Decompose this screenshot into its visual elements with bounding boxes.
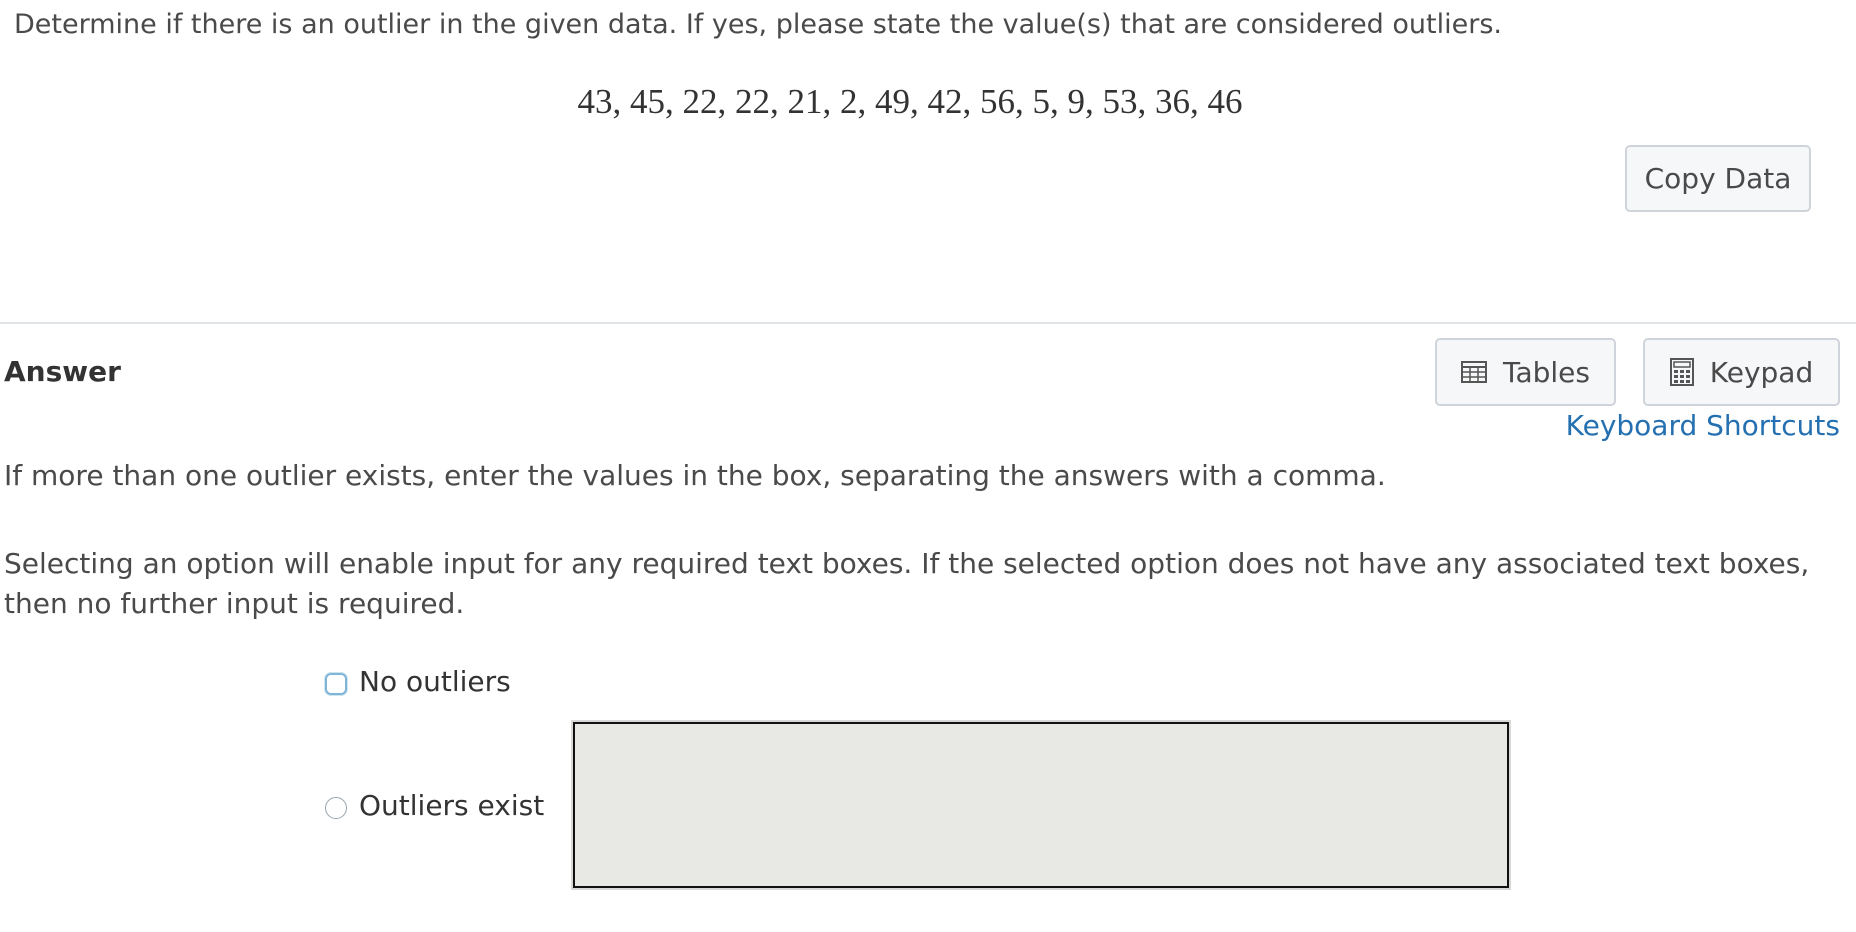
instruction-select-option: Selecting an option will enable input fo… bbox=[4, 547, 1810, 620]
data-values: 43, 45, 22, 22, 21, 2, 49, 42, 56, 5, 9,… bbox=[577, 82, 1243, 121]
keyboard-shortcuts-link[interactable]: Keyboard Shortcuts bbox=[1566, 410, 1840, 442]
section-divider bbox=[0, 322, 1856, 324]
tables-button[interactable]: Tables bbox=[1435, 338, 1616, 406]
table-grid-icon bbox=[1461, 361, 1487, 383]
copy-data-button[interactable]: Copy Data bbox=[1625, 145, 1811, 212]
question-page: Determine if there is an outlier in the … bbox=[0, 0, 1856, 932]
question-prompt: Determine if there is an outlier in the … bbox=[14, 9, 1502, 40]
outliers-exist-radio[interactable] bbox=[325, 797, 347, 819]
no-outliers-label: No outliers bbox=[359, 665, 511, 698]
outliers-input[interactable] bbox=[573, 722, 1509, 888]
answer-heading: Answer bbox=[4, 355, 121, 388]
calculator-icon bbox=[1669, 358, 1694, 386]
tables-label: Tables bbox=[1503, 355, 1590, 389]
outliers-exist-label: Outliers exist bbox=[359, 789, 545, 822]
option-no-outliers[interactable]: No outliers bbox=[325, 664, 511, 700]
copy-data-label: Copy Data bbox=[1644, 162, 1792, 195]
option-outliers-exist[interactable]: Outliers exist bbox=[325, 786, 544, 826]
no-outliers-radio[interactable] bbox=[325, 673, 347, 695]
keypad-label: Keypad bbox=[1709, 355, 1814, 389]
instruction-multiple-outliers: If more than one outlier exists, enter t… bbox=[4, 459, 1386, 492]
keypad-button[interactable]: Keypad bbox=[1643, 338, 1840, 406]
